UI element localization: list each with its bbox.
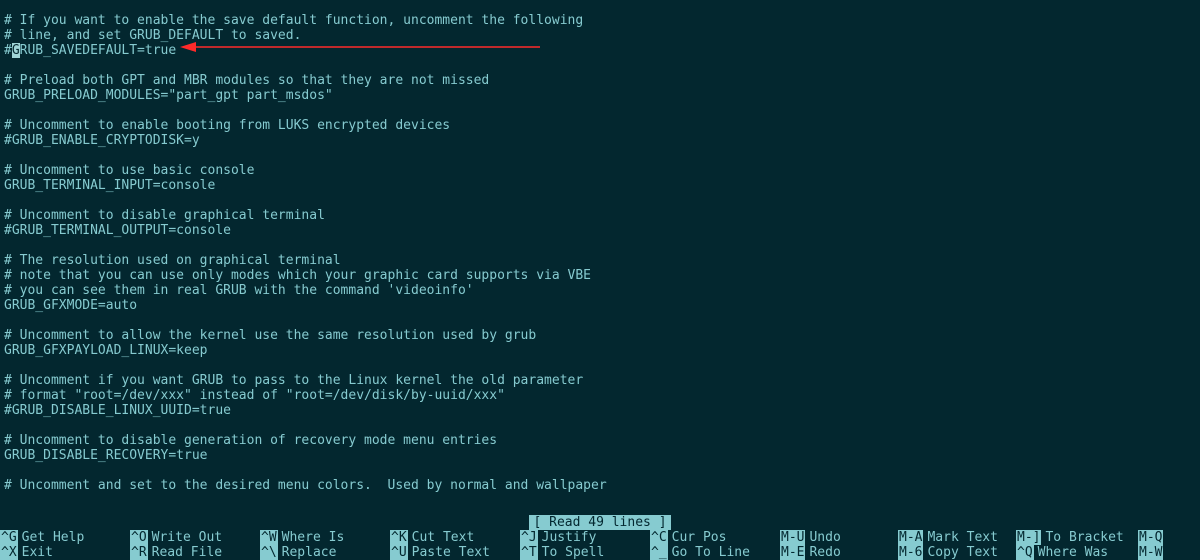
shortcut-label: Exit xyxy=(18,545,53,560)
file-line: #GRUB_DISABLE_LINUX_UUID=true xyxy=(4,403,1200,418)
shortcut-label: Paste Text xyxy=(408,545,490,560)
help-shortcut: ^\Replace xyxy=(260,545,390,560)
file-line xyxy=(4,463,1200,478)
shortcut-key: ^T xyxy=(520,545,538,560)
file-line: #GRUB_ENABLE_CRYPTODISK=y xyxy=(4,133,1200,148)
help-shortcut: ^GGet Help xyxy=(0,530,130,545)
file-line: # Uncomment to allow the kernel use the … xyxy=(4,328,1200,343)
shortcut-label: Get Help xyxy=(18,530,85,545)
shortcut-label xyxy=(1163,545,1167,560)
shortcut-label: Read File xyxy=(148,545,222,560)
help-shortcut: ^XExit xyxy=(0,545,130,560)
file-line: # Uncomment to use basic console xyxy=(4,163,1200,178)
help-bar: ^GGet Help^OWrite Out^WWhere Is^KCut Tex… xyxy=(0,530,1200,560)
shortcut-key: M-Q xyxy=(1138,530,1163,545)
shortcut-key: ^C xyxy=(650,530,668,545)
file-line: # note that you can use only modes which… xyxy=(4,268,1200,283)
shortcut-key: ^W xyxy=(260,530,278,545)
file-line: GRUB_DISABLE_RECOVERY=true xyxy=(4,448,1200,463)
shortcut-key: ^R xyxy=(130,545,148,560)
help-shortcut: M-W xyxy=(1138,545,1200,560)
help-shortcut: M-ERedo xyxy=(780,545,898,560)
help-shortcut: ^KCut Text xyxy=(390,530,520,545)
shortcut-key: ^_ xyxy=(650,545,668,560)
help-shortcut: M-UUndo xyxy=(780,530,898,545)
shortcut-key: ^\ xyxy=(260,545,278,560)
shortcut-key: ^Q xyxy=(1016,545,1034,560)
file-line: # The resolution used on graphical termi… xyxy=(4,253,1200,268)
file-line: # Uncomment to enable booting from LUKS … xyxy=(4,118,1200,133)
editor-content[interactable]: # If you want to enable the save default… xyxy=(4,13,1200,493)
file-line: GRUB_GFXPAYLOAD_LINUX=keep xyxy=(4,343,1200,358)
file-line xyxy=(4,148,1200,163)
file-line xyxy=(4,313,1200,328)
file-line xyxy=(4,358,1200,373)
shortcut-key: ^O xyxy=(130,530,148,545)
help-shortcut: ^JJustify xyxy=(520,530,650,545)
help-shortcut: ^_Go To Line xyxy=(650,545,780,560)
shortcut-label: Go To Line xyxy=(668,545,750,560)
help-shortcut: ^QWhere Was xyxy=(1016,545,1138,560)
shortcut-label: Redo xyxy=(805,545,840,560)
file-line: # Uncomment and set to the desired menu … xyxy=(4,478,1200,493)
file-line: # line, and set GRUB_DEFAULT to saved. xyxy=(4,28,1200,43)
file-line: # If you want to enable the save default… xyxy=(4,13,1200,28)
shortcut-label: Mark Text xyxy=(923,530,997,545)
shortcut-label: Where Is xyxy=(278,530,345,545)
status-message: [ Read 49 lines ] xyxy=(529,515,670,530)
shortcut-key: M-U xyxy=(780,530,805,545)
shortcut-label: Cur Pos xyxy=(668,530,727,545)
help-shortcut: M-AMark Text xyxy=(898,530,1016,545)
shortcut-key: M-W xyxy=(1138,545,1163,560)
file-line: # Uncomment to disable graphical termina… xyxy=(4,208,1200,223)
shortcut-label xyxy=(1163,530,1167,545)
shortcut-key: M-E xyxy=(780,545,805,560)
help-shortcut: M-6Copy Text xyxy=(898,545,1016,560)
file-line: # Uncomment to disable generation of rec… xyxy=(4,433,1200,448)
help-row-2: ^XExit^RRead File^\Replace^UPaste Text^T… xyxy=(0,545,1200,560)
shortcut-label: Justify xyxy=(538,530,597,545)
file-line: GRUB_PRELOAD_MODULES="part_gpt part_msdo… xyxy=(4,88,1200,103)
shortcut-key: ^U xyxy=(390,545,408,560)
shortcut-label: Copy Text xyxy=(923,545,997,560)
file-line: # format "root=/dev/xxx" instead of "roo… xyxy=(4,388,1200,403)
shortcut-label: To Bracket xyxy=(1041,530,1123,545)
shortcut-key: M-] xyxy=(1016,530,1041,545)
help-shortcut: M-Q xyxy=(1138,530,1200,545)
help-row-1: ^GGet Help^OWrite Out^WWhere Is^KCut Tex… xyxy=(0,530,1200,545)
shortcut-key: ^G xyxy=(0,530,18,545)
help-shortcut: ^CCur Pos xyxy=(650,530,780,545)
file-line xyxy=(4,238,1200,253)
file-line: #GRUB_SAVEDEFAULT=true xyxy=(4,43,1200,58)
help-shortcut: ^WWhere Is xyxy=(260,530,390,545)
shortcut-key: ^K xyxy=(390,530,408,545)
shortcut-key: M-6 xyxy=(898,545,923,560)
file-line: #GRUB_TERMINAL_OUTPUT=console xyxy=(4,223,1200,238)
file-line: # you can see them in real GRUB with the… xyxy=(4,283,1200,298)
file-line xyxy=(4,103,1200,118)
help-shortcut: M-]To Bracket xyxy=(1016,530,1138,545)
shortcut-label: Cut Text xyxy=(408,530,475,545)
help-shortcut: ^OWrite Out xyxy=(130,530,260,545)
shortcut-key: ^J xyxy=(520,530,538,545)
help-shortcut: ^TTo Spell xyxy=(520,545,650,560)
help-shortcut: ^UPaste Text xyxy=(390,545,520,560)
shortcut-label: Replace xyxy=(278,545,337,560)
file-line xyxy=(4,418,1200,433)
shortcut-label: Undo xyxy=(805,530,840,545)
file-line: GRUB_TERMINAL_INPUT=console xyxy=(4,178,1200,193)
file-line xyxy=(4,58,1200,73)
cursor: G xyxy=(12,43,20,58)
status-bar: [ Read 49 lines ] xyxy=(0,515,1200,530)
file-line xyxy=(4,193,1200,208)
shortcut-label: Where Was xyxy=(1034,545,1108,560)
help-shortcut: ^RRead File xyxy=(130,545,260,560)
shortcut-key: M-A xyxy=(898,530,923,545)
shortcut-label: To Spell xyxy=(538,545,605,560)
file-line: # Preload both GPT and MBR modules so th… xyxy=(4,73,1200,88)
file-line: GRUB_GFXMODE=auto xyxy=(4,298,1200,313)
file-line: # Uncomment if you want GRUB to pass to … xyxy=(4,373,1200,388)
shortcut-key: ^X xyxy=(0,545,18,560)
shortcut-label: Write Out xyxy=(148,530,222,545)
